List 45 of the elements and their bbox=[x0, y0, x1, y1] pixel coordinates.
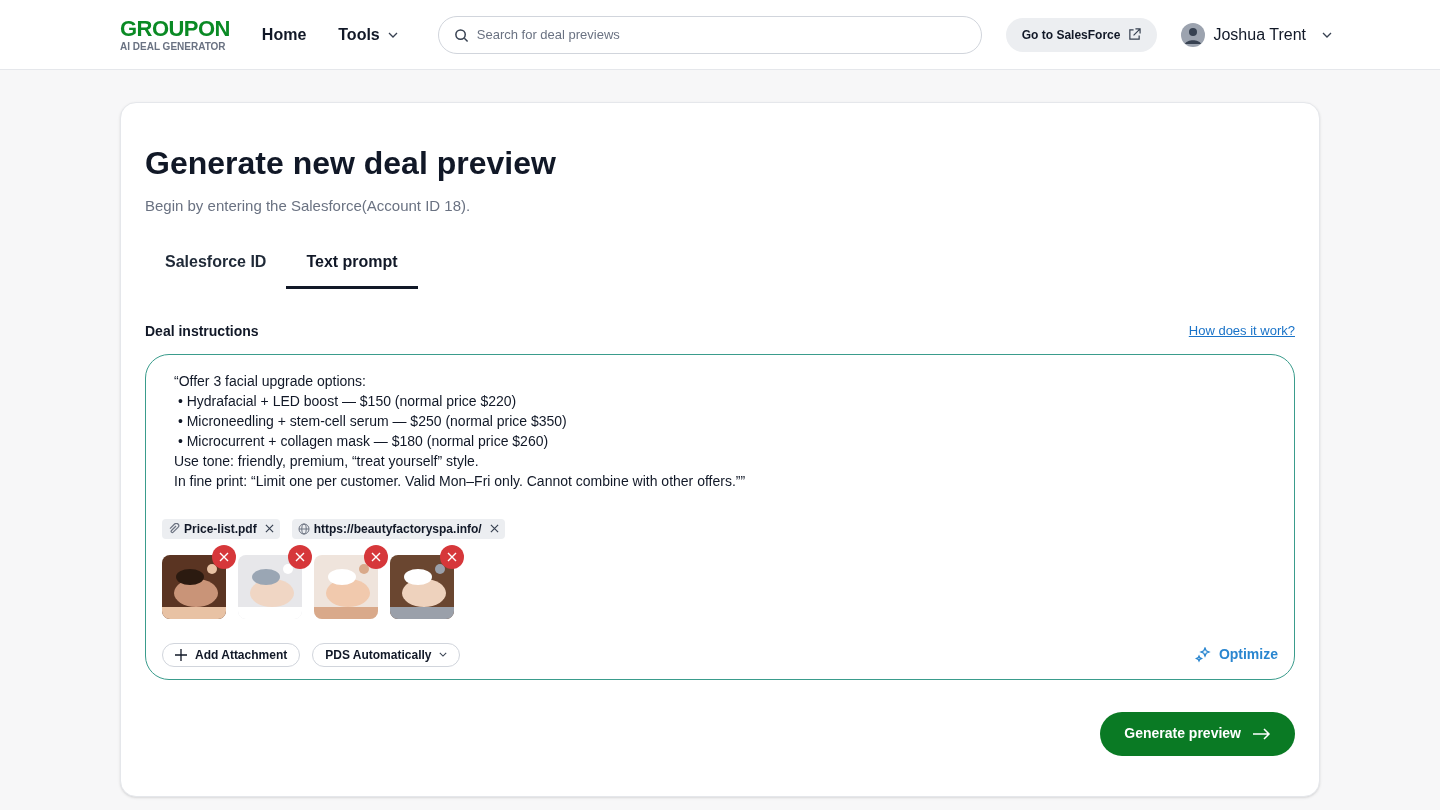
help-link[interactable]: How does it work? bbox=[1188, 321, 1295, 341]
search-field[interactable]: Search for deal previews bbox=[437, 15, 982, 54]
close-icon bbox=[295, 551, 305, 562]
paperclip-icon bbox=[168, 522, 180, 535]
remove-image-button[interactable] bbox=[364, 544, 388, 569]
chevron-down-icon bbox=[1321, 31, 1332, 38]
instructions-field[interactable] bbox=[145, 353, 1295, 680]
salesforce-button[interactable]: Go to SalesForce bbox=[1005, 17, 1158, 52]
page-title: Generate new deal preview bbox=[145, 144, 557, 183]
logo[interactable]: GROUPON bbox=[120, 17, 230, 40]
globe-icon bbox=[297, 522, 310, 535]
prompt-text-line: Use tone: friendly, premium, “treat yourself” style. bbox=[174, 452, 479, 469]
generate-preview-button[interactable]: Generate preview bbox=[1100, 711, 1295, 756]
subtitle: Begin by entering the Salesforce(Account ID 18). bbox=[145, 196, 472, 216]
prompt-text-line: “Offer 3 facial upgrade options: bbox=[174, 372, 366, 389]
avatar bbox=[1181, 22, 1206, 47]
chevron-down-icon bbox=[387, 31, 398, 38]
tab[interactable]: Salesforce ID bbox=[145, 249, 287, 289]
logo-subtitle: AI DEAL GENERATOR bbox=[120, 41, 227, 52]
prompt-text-line: • Microcurrent + collagen mask — $180 (normal price $260) bbox=[176, 432, 549, 449]
remove-image-button[interactable] bbox=[288, 544, 312, 569]
search-icon bbox=[453, 27, 469, 43]
nav-link[interactable]: Home bbox=[261, 22, 307, 47]
prompt-text-line: • Hydrafacial + LED boost — $150 (normal price $220) bbox=[176, 392, 517, 409]
remove-image-button[interactable] bbox=[440, 544, 464, 569]
plus-icon bbox=[175, 648, 187, 661]
close-icon[interactable] bbox=[489, 524, 499, 533]
remove-image-button[interactable] bbox=[212, 544, 236, 569]
tools-menu[interactable]: Tools bbox=[338, 22, 398, 47]
sparkle-icon bbox=[1194, 646, 1211, 663]
tab[interactable]: Text prompt bbox=[286, 249, 418, 289]
prompt-text-line: In fine print: “Limit one per customer. Valid Mon–Fri only. Cannot combine with other offers.”” bbox=[174, 472, 746, 489]
arrow-right-icon bbox=[1253, 727, 1271, 740]
user-menu[interactable]: Joshua Trent bbox=[1213, 22, 1332, 47]
attachment-chip[interactable]: Price-list.pdf bbox=[162, 518, 280, 539]
attachment-chip[interactable]: https://beautyfactoryspa.info/ bbox=[291, 518, 505, 539]
close-icon[interactable] bbox=[264, 524, 274, 533]
chevron-down-icon bbox=[439, 652, 448, 657]
optimize-button[interactable]: Optimize bbox=[1194, 644, 1278, 665]
close-icon bbox=[447, 551, 457, 562]
close-icon bbox=[371, 551, 381, 562]
close-icon bbox=[219, 551, 229, 562]
external-link-icon bbox=[1128, 28, 1142, 41]
prompt-text-line: • Microneedling + stem-cell serum — $250 (normal price $350) bbox=[176, 412, 567, 429]
field-label: Deal instructions bbox=[145, 321, 259, 341]
